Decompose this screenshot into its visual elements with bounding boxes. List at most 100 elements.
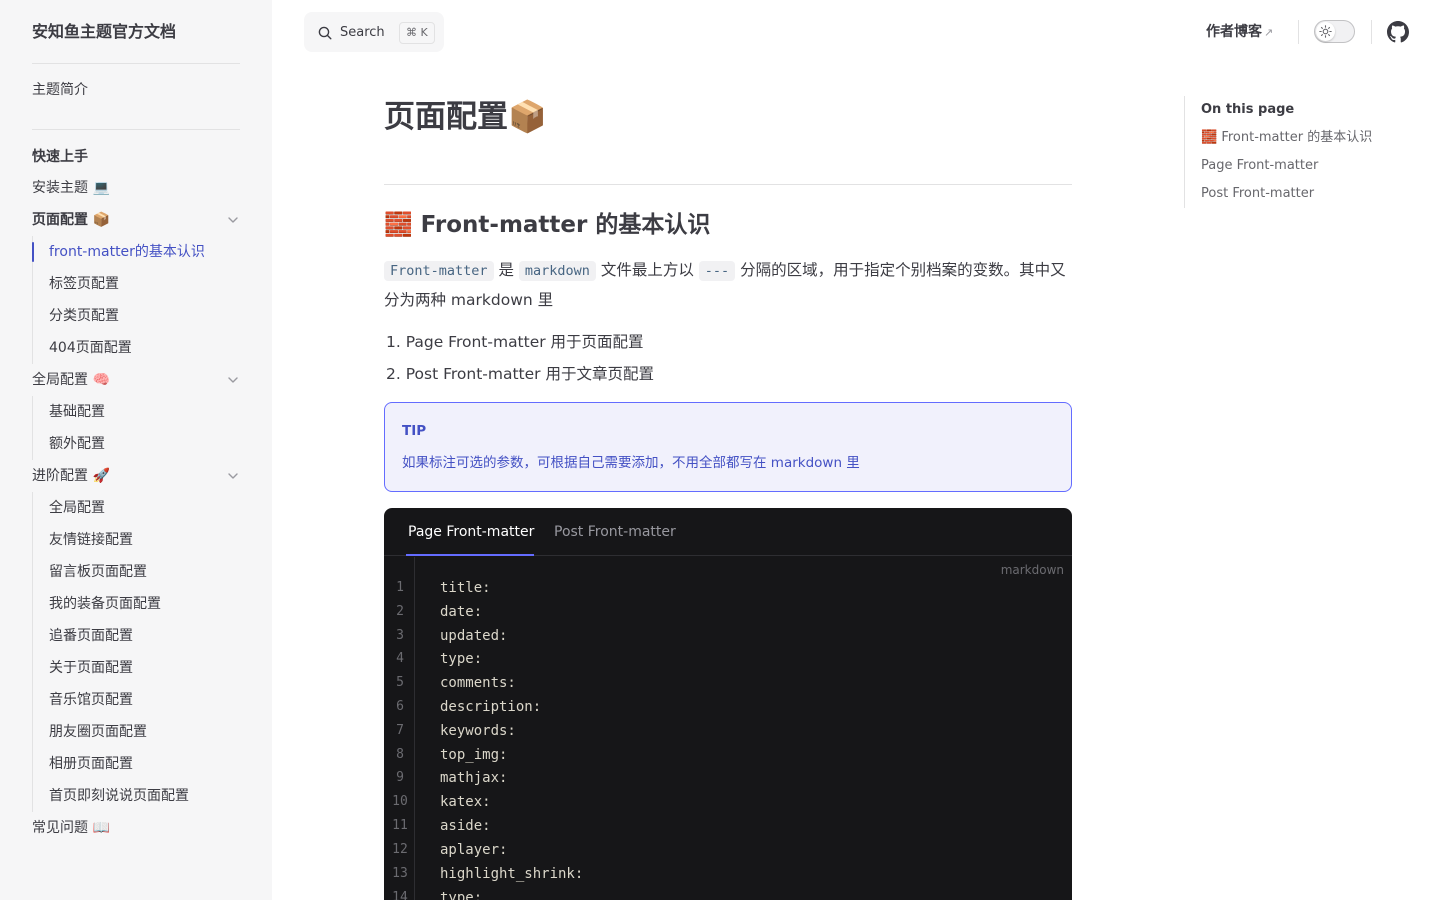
code-line: top_img: [440,747,508,763]
chevron-down-icon[interactable] [226,373,240,387]
line-number: 7 [396,723,404,738]
chevron-down-icon[interactable] [226,213,240,227]
code-line: keywords: [440,723,516,739]
sidebar-item-global-config[interactable]: 全局配置 🧠 [32,364,240,396]
section-heading: 🧱 Front-matter 的基本认识 [384,212,711,238]
sidebar-item-intro[interactable]: 主题简介 [32,74,240,106]
tip-title: TIP [402,423,427,439]
toggle-knob [1316,22,1335,41]
line-number: 6 [396,699,404,714]
sidebar-item-basic[interactable]: 基础配置 [49,396,240,428]
sidebar: 安知鱼主题官方文档 主题简介 快速上手 安装主题 💻 页面配置 📦 front-… [0,0,272,900]
sidebar-active-indicator [32,242,34,262]
list-item: 2. Post Front-matter 用于文章页配置 [386,365,654,383]
sidebar-item-adv-global[interactable]: 全局配置 [49,492,240,524]
sidebar-item-label: 全局配置 🧠 [32,372,110,388]
code-line: date: [440,604,483,620]
nav-divider [1371,20,1372,44]
github-icon[interactable] [1387,21,1409,43]
sidebar-item-page-config[interactable]: 页面配置 📦 [32,204,240,236]
sidebar-item-label: 进阶配置 🚀 [32,468,110,484]
sidebar-section-quickstart: 快速上手 [32,149,88,165]
search-shortcut: ⌘ K [399,22,435,44]
sidebar-item-album[interactable]: 相册页面配置 [49,748,240,780]
code-language-label: markdown [1000,563,1064,577]
active-tab-indicator [406,554,534,556]
inline-code: markdown [518,261,596,281]
code-line: comments: [440,675,516,691]
outline-title: On this page [1201,102,1295,117]
sidebar-item-guestbook[interactable]: 留言板页面配置 [49,556,240,588]
code-line: description: [440,699,542,715]
sidebar-item-tags[interactable]: 标签页配置 [49,268,240,300]
line-number: 8 [396,747,404,762]
line-number: 11 [392,818,408,833]
theme-toggle[interactable] [1314,20,1355,43]
sidebar-item-extra[interactable]: 额外配置 [49,428,240,460]
sidebar-item-essay[interactable]: 首页即刻说说页面配置 [49,780,240,812]
sidebar-indent-line [32,492,33,812]
nav-link-author-blog[interactable]: 作者博客 ↗ [1206,21,1273,44]
line-number: 14 [392,890,408,900]
line-number: 4 [396,651,404,666]
code-line: title: [440,580,491,596]
tip-box: TIP 如果标注可选的参数，可根据自己需要添加，不用全部都写在 markdown… [384,402,1072,492]
tab-page-front-matter[interactable]: Page Front-matter [408,521,534,543]
title-divider [384,184,1072,185]
tip-text: 如果标注可选的参数，可根据自己需要添加，不用全部都写在 markdown 里 [402,455,860,471]
line-number: 10 [392,794,408,809]
sidebar-item-links[interactable]: 友情链接配置 [49,524,240,556]
sidebar-item-categories[interactable]: 分类页配置 [49,300,240,332]
tab-post-front-matter[interactable]: Post Front-matter [554,521,676,543]
sidebar-item-moments[interactable]: 朋友圈页面配置 [49,716,240,748]
line-number: 13 [392,866,408,881]
inline-code: Front-matter [384,261,494,281]
code-line: highlight_shrink: [440,866,584,882]
code-gutter-divider [414,557,415,900]
line-number: 1 [396,580,404,595]
code-line: updated: [440,628,508,644]
line-number: 12 [392,842,408,857]
sidebar-indent-line [32,396,33,460]
line-number: 3 [396,628,404,643]
nav-link-label: 作者博客 [1206,24,1262,40]
code-line: katex: [440,794,491,810]
chevron-down-icon[interactable] [226,469,240,483]
code-line: aplayer: [440,842,508,858]
page-outline: On this page 🧱 Front-matter 的基本认识 Page F… [1184,96,1384,208]
code-group: Page Front-matter Post Front-matter mark… [384,508,1072,900]
code-tabs: Page Front-matter Post Front-matter [384,508,1072,556]
page-title: 页面配置📦 [384,99,547,135]
sun-icon [1319,25,1332,38]
line-number: 9 [396,770,404,785]
code-line: type: [440,651,483,667]
search-button[interactable]: Search ⌘ K [304,12,444,52]
sidebar-item-about[interactable]: 关于页面配置 [49,652,240,684]
intro-paragraph: Front-matter 是 markdown 文件最上方以 --- 分隔的区域… [384,256,1072,315]
code-line: mathjax: [440,770,508,786]
inline-code: --- [698,261,736,281]
external-link-icon: ↗ [1264,26,1274,39]
line-number: 2 [396,604,404,619]
line-number: 5 [396,675,404,690]
sidebar-item-faq[interactable]: 常见问题 📖 [32,812,240,844]
paragraph-text: 是 [493,261,519,279]
sidebar-item-bangumi[interactable]: 追番页面配置 [49,620,240,652]
search-icon [318,26,332,40]
outline-link[interactable]: 🧱 Front-matter 的基本认识 [1201,128,1372,148]
sidebar-item-404[interactable]: 404页面配置 [49,332,240,364]
list-item: 1. Page Front-matter 用于页面配置 [386,333,644,351]
outline-link[interactable]: Page Front-matter [1201,156,1318,176]
site-title[interactable]: 安知鱼主题官方文档 [32,20,176,44]
code-line: aside: [440,818,491,834]
sidebar-divider [32,63,240,64]
sidebar-item-equipment[interactable]: 我的装备页面配置 [49,588,240,620]
sidebar-item-label: 页面配置 📦 [32,212,111,228]
sidebar-item-advanced[interactable]: 进阶配置 🚀 [32,460,240,492]
nav-divider [1298,20,1299,44]
sidebar-item-music[interactable]: 音乐馆页配置 [49,684,240,716]
sidebar-item-install[interactable]: 安装主题 💻 [32,172,240,204]
sidebar-item-front-matter[interactable]: front-matter的基本认识 [49,236,240,268]
outline-link[interactable]: Post Front-matter [1201,184,1314,204]
code-line: type: [440,890,483,900]
